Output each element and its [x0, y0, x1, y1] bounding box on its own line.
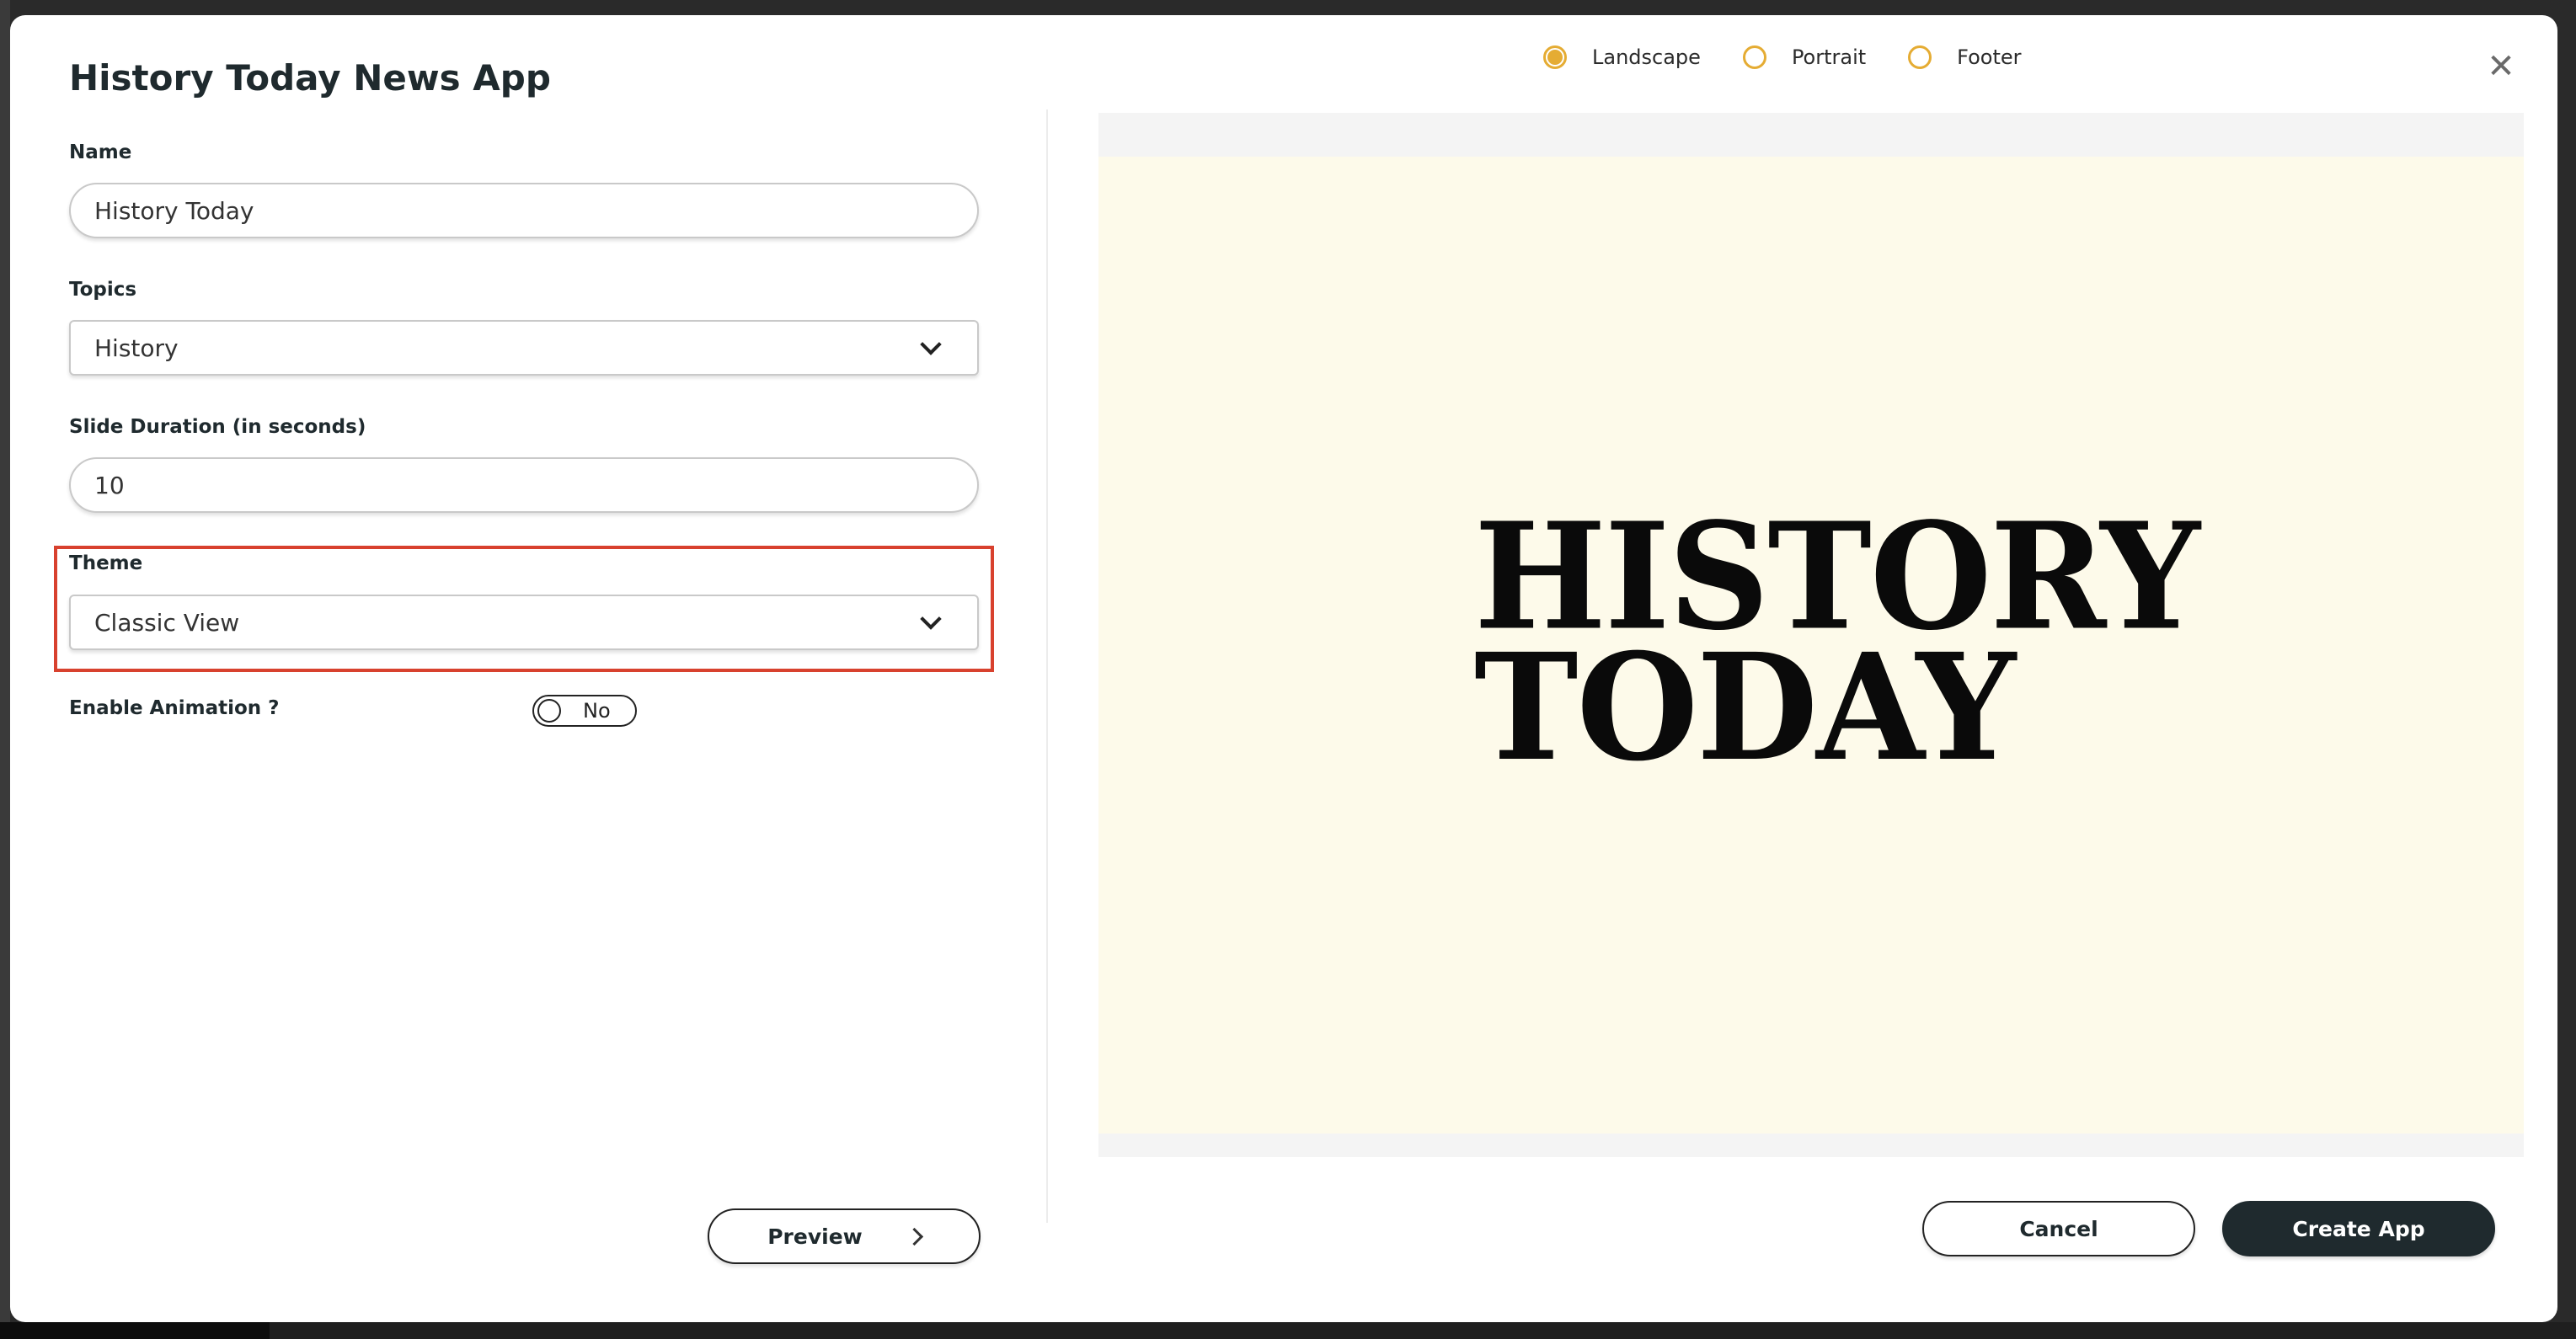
toggle-state-text: No [583, 699, 611, 723]
orientation-radio-group: Landscape Portrait Footer [1543, 45, 2064, 69]
topics-label: Topics [69, 279, 137, 301]
close-icon: ✕ [2487, 47, 2515, 86]
theme-label: Theme [69, 552, 143, 574]
topics-selected-value: History [94, 333, 179, 362]
chevron-down-icon [920, 608, 942, 630]
radio-label-footer: Footer [1957, 45, 2022, 69]
slide-duration-input[interactable] [69, 457, 979, 513]
radio-unchecked-icon [1908, 45, 1932, 69]
chevron-down-icon [920, 333, 942, 355]
chevron-right-icon [905, 1227, 923, 1246]
panel-divider [1046, 109, 1048, 1223]
radio-portrait[interactable]: Portrait [1742, 45, 1867, 69]
history-today-logo: HISTORY TODAY [1474, 504, 2200, 782]
radio-label-portrait: Portrait [1791, 45, 1867, 69]
preview-button[interactable]: Preview [708, 1208, 981, 1264]
theme-select[interactable]: Classic View [69, 595, 979, 650]
backdrop-bottom-bar [0, 1322, 2576, 1339]
backdrop-left-strip [0, 0, 10, 1339]
preview-canvas: HISTORY TODAY [1098, 157, 2524, 1134]
radio-checked-icon [1543, 45, 1567, 69]
cancel-button-label: Cancel [2019, 1216, 2098, 1241]
modal-title: History Today News App [69, 57, 551, 99]
cancel-button[interactable]: Cancel [1922, 1201, 2195, 1256]
preview-frame: HISTORY TODAY [1098, 113, 2524, 1157]
create-app-button[interactable]: Create App [2222, 1201, 2495, 1256]
radio-unchecked-icon [1742, 45, 1766, 69]
theme-selected-value: Classic View [94, 608, 240, 637]
name-label: Name [69, 141, 132, 163]
enable-animation-toggle[interactable]: No [532, 695, 637, 727]
radio-landscape[interactable]: Landscape [1543, 45, 1701, 69]
slide-duration-label: Slide Duration (in seconds) [69, 416, 366, 438]
close-button[interactable]: ✕ [2478, 44, 2524, 89]
radio-label-landscape: Landscape [1592, 45, 1701, 69]
radio-footer[interactable]: Footer [1908, 45, 2022, 69]
create-app-button-label: Create App [2292, 1216, 2425, 1241]
topics-select[interactable]: History [69, 320, 979, 376]
toggle-knob [537, 699, 561, 723]
create-app-modal: History Today News App Landscape Portrai… [10, 15, 2557, 1322]
name-input[interactable] [69, 183, 979, 238]
enable-animation-label: Enable Animation ? [69, 697, 280, 719]
preview-button-label: Preview [767, 1224, 863, 1249]
